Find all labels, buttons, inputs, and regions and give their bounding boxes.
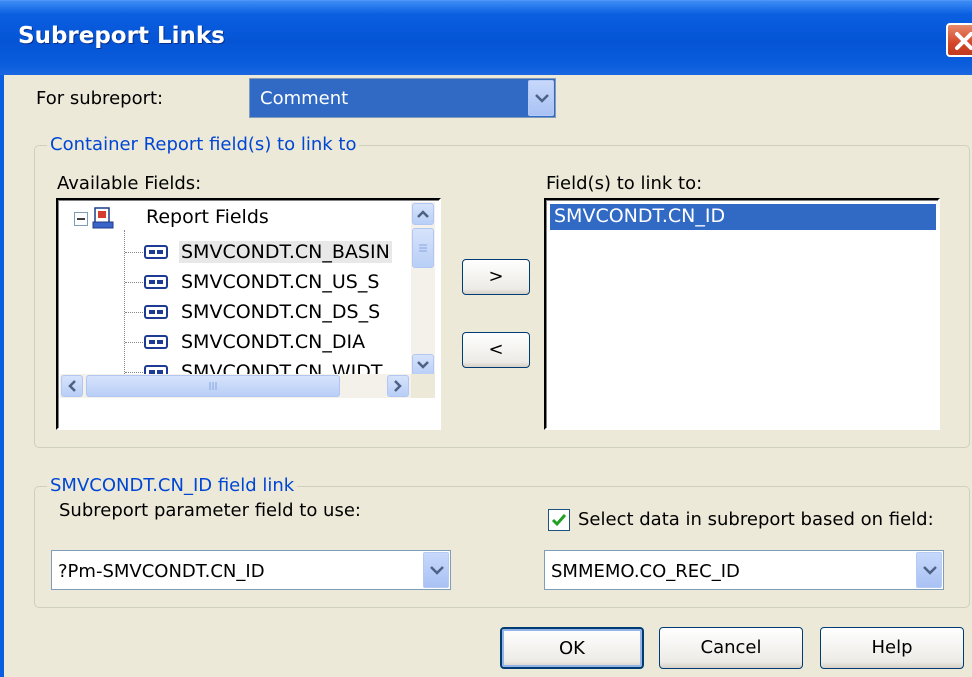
tree-field-item[interactable]: SMVCONDT.CN_WIDT	[58, 358, 410, 374]
tree-field-label: SMVCONDT.CN_DIA	[181, 331, 366, 353]
tree-branch-line	[125, 252, 143, 253]
remove-field-button[interactable]: <	[462, 332, 530, 368]
tree-branch-line	[125, 342, 143, 343]
available-fields-tree[interactable]: Report Fields SMVCONDT.CN_BASIN SMVCONDT…	[56, 198, 441, 430]
window-frame-left	[0, 75, 4, 677]
tree-field-label: SMVCONDT.CN_DS_S	[181, 301, 381, 323]
tree-vertical-scrollbar[interactable]	[411, 202, 435, 378]
field-icon	[144, 275, 168, 289]
field-icon	[144, 335, 168, 349]
scroll-right-button[interactable]	[387, 375, 409, 397]
field-icon	[144, 305, 168, 319]
report-fields-icon	[92, 207, 114, 229]
select-data-field-value: SMMEMO.CO_REC_ID	[551, 561, 740, 582]
tree-branch-line	[125, 372, 143, 373]
scroll-down-icon	[417, 361, 429, 369]
help-button-label: Help	[871, 637, 913, 658]
fields-to-link-list[interactable]: SMVCONDT.CN_ID	[544, 198, 940, 430]
for-subreport-select[interactable]: Comment	[249, 78, 556, 118]
scroll-thumb-vertical[interactable]	[412, 228, 434, 268]
remove-field-label: <	[488, 339, 504, 360]
add-field-label: >	[488, 266, 504, 287]
field-link-group-title: SMVCONDT.CN_ID field link	[47, 475, 298, 496]
grip-icon	[419, 244, 427, 252]
scroll-down-button[interactable]	[412, 354, 434, 376]
param-field-label: Subreport parameter field to use:	[59, 500, 361, 521]
linked-field-item[interactable]: SMVCONDT.CN_ID	[550, 204, 936, 230]
scroll-thumb-horizontal[interactable]	[86, 375, 340, 397]
tree-field-label: SMVCONDT.CN_WIDT	[181, 361, 383, 374]
available-fields-label: Available Fields:	[57, 173, 202, 194]
tree-horizontal-scrollbar[interactable]	[60, 374, 411, 398]
tree-root-row[interactable]: Report Fields	[58, 204, 410, 234]
dropdown-arrow-icon	[923, 566, 937, 575]
window-title: Subreport Links	[18, 23, 225, 49]
cancel-button[interactable]: Cancel	[659, 627, 803, 669]
for-subreport-value: Comment	[260, 88, 349, 109]
scroll-left-button[interactable]	[61, 375, 83, 397]
tree-field-label: SMVCONDT.CN_BASIN	[179, 241, 392, 263]
param-field-dropdown-button[interactable]	[423, 552, 449, 588]
tree-field-item[interactable]: SMVCONDT.CN_BASIN	[58, 238, 410, 268]
fields-to-link-label: Field(s) to link to:	[546, 173, 703, 194]
ok-button[interactable]: OK	[500, 627, 644, 669]
field-icon	[144, 245, 168, 259]
dropdown-arrow-icon	[430, 566, 444, 575]
grip-icon	[209, 382, 217, 390]
select-data-checkbox[interactable]	[548, 509, 570, 531]
for-subreport-label: For subreport:	[36, 88, 164, 109]
title-bar: Subreport Links	[0, 0, 972, 75]
help-button[interactable]: Help	[820, 627, 964, 669]
scroll-corner	[411, 374, 435, 398]
close-icon	[955, 32, 972, 50]
scroll-up-button[interactable]	[412, 203, 434, 225]
tree-field-item[interactable]: SMVCONDT.CN_US_S	[58, 268, 410, 298]
close-button[interactable]	[946, 23, 972, 57]
tree-field-label: SMVCONDT.CN_US_S	[181, 271, 380, 293]
select-data-label[interactable]: Select data in subreport based on field:	[578, 509, 934, 530]
select-data-dropdown-button[interactable]	[916, 552, 942, 588]
dropdown-arrow-icon	[535, 94, 549, 103]
tree-root-label: Report Fields	[146, 206, 269, 228]
add-field-button[interactable]: >	[462, 259, 530, 295]
for-subreport-dropdown-button[interactable]	[528, 80, 554, 116]
ok-button-label: OK	[559, 638, 585, 659]
select-data-field-select[interactable]: SMMEMO.CO_REC_ID	[544, 550, 944, 590]
tree-branch-line	[125, 282, 143, 283]
container-report-group-title: Container Report field(s) to link to	[47, 134, 360, 155]
checkmark-icon	[551, 514, 567, 527]
cancel-button-label: Cancel	[700, 637, 762, 658]
scroll-right-icon	[394, 380, 402, 392]
tree-collapse-icon[interactable]	[74, 212, 88, 226]
param-field-value: ?Pm-SMVCONDT.CN_ID	[58, 561, 265, 582]
tree-branch-line	[125, 312, 143, 313]
tree-field-item[interactable]: SMVCONDT.CN_DS_S	[58, 298, 410, 328]
scroll-left-icon	[68, 380, 76, 392]
scroll-up-icon	[417, 210, 429, 218]
param-field-select[interactable]: ?Pm-SMVCONDT.CN_ID	[51, 550, 451, 590]
tree-field-item[interactable]: SMVCONDT.CN_DIA	[58, 328, 410, 358]
field-icon	[144, 365, 168, 374]
